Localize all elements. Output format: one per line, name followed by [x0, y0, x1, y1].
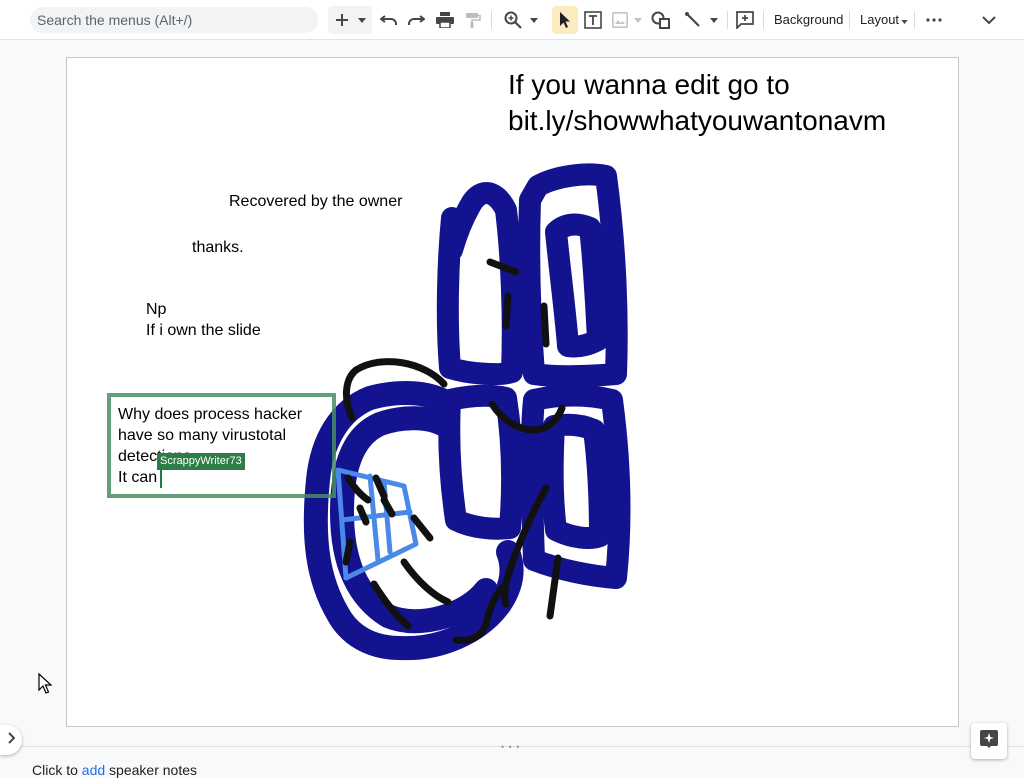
note-line: If i own the slide: [146, 322, 261, 339]
note-recovered[interactable]: Recovered by the owner: [229, 191, 402, 212]
print-button[interactable]: [434, 6, 456, 34]
layout-button[interactable]: Layout: [860, 12, 908, 27]
speaker-notes-placeholder[interactable]: Click to add speaker notes: [32, 762, 197, 778]
note-line: Np: [146, 301, 167, 318]
undo-button[interactable]: [378, 6, 400, 34]
add-comment-icon: [736, 11, 754, 29]
note-np[interactable]: Np If i own the slide: [146, 299, 261, 341]
line-icon: [684, 11, 702, 29]
shape-icon: [651, 11, 671, 29]
collaborator-name-tag: ScrappyWriter73: [157, 453, 245, 470]
more-horizontal-icon: [926, 18, 942, 22]
note-thanks[interactable]: thanks.: [192, 237, 244, 258]
slide-canvas[interactable]: [66, 57, 959, 727]
chevron-down-icon[interactable]: [358, 17, 366, 23]
slide-title[interactable]: If you wanna edit go to bit.ly/showwhaty…: [508, 67, 886, 139]
print-icon: [436, 12, 454, 28]
chevron-down-icon: [901, 12, 908, 27]
new-slide-button[interactable]: [328, 6, 372, 34]
notes-prefix: Click to: [32, 762, 82, 778]
zoom-icon: [504, 11, 522, 29]
chevron-down-icon: [530, 17, 538, 23]
toolbar-divider: [849, 11, 850, 29]
paint-format-button[interactable]: [462, 6, 484, 34]
background-button[interactable]: Background: [774, 12, 843, 27]
cursor-arrow-icon: [559, 12, 571, 28]
shape-button[interactable]: [649, 6, 673, 34]
redo-icon: [407, 13, 425, 27]
search-menus-input[interactable]: Search the menus (Alt+/): [30, 7, 318, 33]
explore-sparkle-icon: [980, 729, 998, 753]
notes-suffix: speaker notes: [105, 762, 197, 778]
title-line: bit.ly/showwhatyouwantonavm: [508, 105, 887, 136]
toolbar-divider: [763, 11, 764, 29]
image-icon: [612, 12, 628, 28]
drag-handle-icon[interactable]: • • •: [501, 743, 520, 752]
collapse-toolbar-button[interactable]: [978, 6, 1000, 34]
redo-button[interactable]: [405, 6, 427, 34]
layout-label: Layout: [860, 12, 900, 27]
paint-format-icon: [465, 12, 481, 29]
line-button[interactable]: [680, 6, 722, 34]
toolbar-divider: [727, 11, 728, 29]
toolbar-divider: [914, 11, 915, 29]
chevron-down-icon: [710, 17, 718, 23]
insert-image-button[interactable]: [610, 6, 644, 34]
explore-button[interactable]: [971, 723, 1007, 759]
plus-icon: [334, 12, 350, 28]
add-comment-button[interactable]: [734, 6, 756, 34]
toolbar: Search the menus (Alt+/) Background Layo…: [0, 0, 1024, 40]
mouse-pointer-icon: [38, 672, 53, 700]
notes-add-link[interactable]: add: [82, 762, 105, 778]
text-box-icon: [584, 11, 602, 29]
chevron-down-icon: [634, 17, 642, 23]
chevron-right-icon: [7, 731, 15, 749]
selected-text-box[interactable]: Why does process hacker have so many vir…: [118, 404, 333, 488]
toolbar-divider: [491, 11, 492, 29]
title-line: If you wanna edit go to: [508, 69, 790, 100]
undo-icon: [380, 13, 398, 27]
zoom-button[interactable]: [500, 6, 542, 34]
more-options-button[interactable]: [922, 6, 946, 34]
chevron-down-icon: [982, 15, 996, 25]
select-tool-button[interactable]: [552, 6, 578, 34]
textbox-line: Why does process hacker: [118, 406, 303, 423]
collaborator-caret: [160, 469, 162, 488]
textbox-line: It can: [118, 469, 158, 486]
textbox-line: have so many virustotal: [118, 427, 287, 444]
text-box-button[interactable]: [582, 6, 604, 34]
show-filmstrip-button[interactable]: [0, 725, 22, 755]
